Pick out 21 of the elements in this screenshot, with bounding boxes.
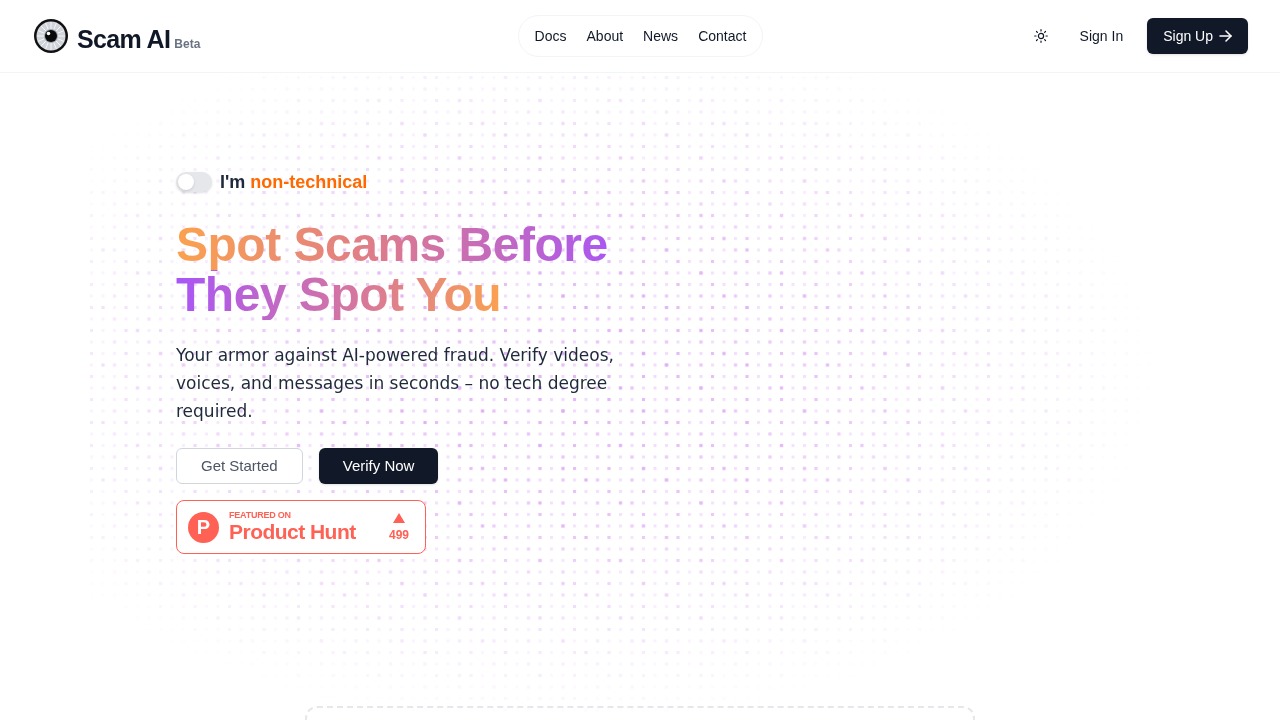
featured-on-label: FEATURED ON <box>229 510 292 520</box>
hero-subtitle: Your armor against AI-powered fraud. Verify videos, voices, and messages in seconds – no tech degree required. <box>176 344 615 423</box>
get-started-button[interactable]: Get Started <box>176 448 303 484</box>
upvote-triangle-icon <box>393 512 405 523</box>
nav-link[interactable]: Docs <box>526 21 575 51</box>
nav-link[interactable]: News <box>635 21 687 51</box>
sun-icon <box>1033 29 1048 43</box>
verify-now-button[interactable]: Verify Now <box>318 448 439 484</box>
sign-in-button[interactable]: Sign In <box>1069 18 1134 54</box>
nav-link[interactable]: About <box>578 21 632 51</box>
mode-toggle[interactable] <box>176 172 212 192</box>
beta-label: Beta <box>174 37 201 51</box>
upvote-count: 499 <box>388 527 409 542</box>
product-hunt-logo: P <box>188 511 219 543</box>
eye-logo-icon <box>33 18 69 54</box>
sign-up-button[interactable]: Sign Up <box>1147 18 1248 54</box>
product-hunt-name: Product Hunt <box>229 520 356 544</box>
nav-link[interactable]: Contact <box>690 21 755 51</box>
arrow-right-icon <box>1219 30 1232 42</box>
toggle-label: I'm non-technical <box>220 171 368 194</box>
brand-name: Scam AI <box>77 24 171 54</box>
